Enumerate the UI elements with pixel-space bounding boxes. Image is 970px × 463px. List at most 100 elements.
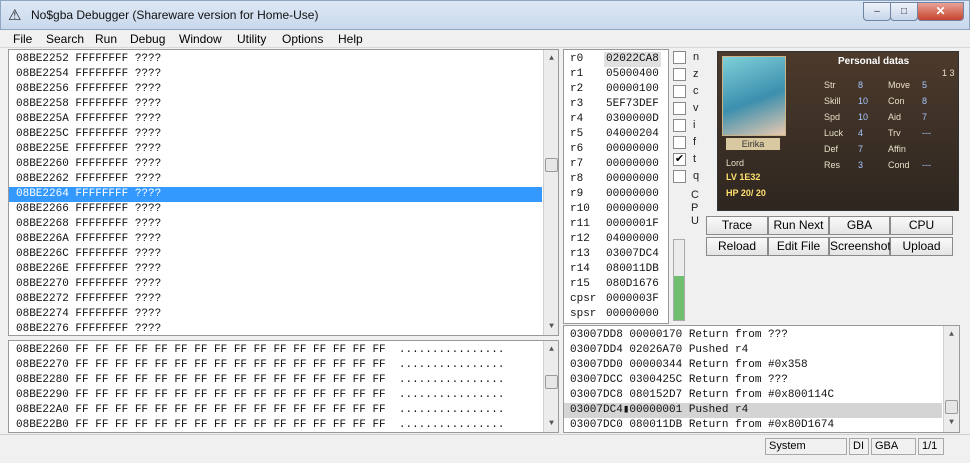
register-value[interactable]: 00000000 [604,172,661,187]
hexdump-row[interactable]: 08BE22A0 FF FF FF FF FF FF FF FF FF FF F… [9,403,542,418]
disasm-row[interactable]: 08BE2256 FFFFFFFF ???? [9,82,542,97]
register-value[interactable]: 00000000 [604,187,661,202]
scroll-up-arrow[interactable]: ▲ [944,328,959,342]
register-value[interactable]: 080011DB [604,262,661,277]
close-button[interactable]: ✕ [917,2,964,21]
disasm-row[interactable]: 08BE226C FFFFFFFF ???? [9,247,542,262]
hexdump-pane[interactable]: 08BE2260 FF FF FF FF FF FF FF FF FF FF F… [8,340,559,433]
scroll-thumb[interactable] [545,375,558,389]
hexdump-row[interactable]: 08BE2270 FF FF FF FF FF FF FF FF FF FF F… [9,358,542,373]
flag-q-checkbox[interactable] [673,170,686,183]
hexdump-row[interactable]: 08BE2280 FF FF FF FF FF FF FF FF FF FF F… [9,373,542,388]
stack-row[interactable]: 03007DD4 02026A70 Pushed r4 [564,343,942,358]
trace-button[interactable]: Trace [706,216,768,235]
scroll-down-arrow[interactable]: ▼ [544,320,558,334]
disasm-row[interactable]: 08BE2260 FFFFFFFF ???? [9,157,542,172]
disasm-row[interactable]: 08BE2274 FFFFFFFF ???? [9,307,542,322]
menu-debug[interactable]: Debug [130,32,165,46]
flag-t-checkbox[interactable]: ✔ [673,153,686,166]
register-value[interactable]: 0000001F [604,217,661,232]
edit-file-button[interactable]: Edit File [768,237,829,256]
disasm-row-selected[interactable]: 08BE2264 FFFFFFFF ???? [9,187,542,202]
scroll-up-arrow[interactable]: ▲ [544,52,558,66]
reload-button[interactable]: Reload [706,237,768,256]
stack-row[interactable]: 03007DD8 00000170 Return from ??? [564,328,942,343]
status-di: DI [849,438,869,455]
title-bar[interactable]: ⚠ No$gba Debugger (Shareware version for… [0,0,970,30]
scroll-thumb[interactable] [545,158,558,172]
menu-file[interactable]: File [13,32,32,46]
menu-run[interactable]: Run [95,32,117,46]
disasm-row[interactable]: 08BE225C FFFFFFFF ???? [9,127,542,142]
flag-v-checkbox[interactable] [673,102,686,115]
disasm-row[interactable]: 08BE2258 FFFFFFFF ???? [9,97,542,112]
register-value[interactable]: 05000400 [604,67,661,82]
scroll-down-arrow[interactable]: ▼ [544,417,558,431]
stack-row[interactable]: 03007DCC 0300425C Return from ??? [564,373,942,388]
flag-n-checkbox[interactable] [673,51,686,64]
hexdump-row[interactable]: 08BE2290 FF FF FF FF FF FF FF FF FF FF F… [9,388,542,403]
scroll-up-arrow[interactable]: ▲ [544,343,558,357]
disassembly-scrollbar[interactable]: ▲ ▼ [543,50,558,335]
hexdump-row[interactable]: 08BE22B0 FF FF FF FF FF FF FF FF FF FF F… [9,418,542,432]
register-value[interactable]: 080D1676 [604,277,661,292]
disasm-row[interactable]: 08BE2268 FFFFFFFF ???? [9,217,542,232]
register-value[interactable]: 00000000 [604,142,661,157]
gba-specs-button[interactable]: GBA Specs [829,216,890,249]
menu-help[interactable]: Help [338,32,363,46]
register-value[interactable]: 0300000D [604,112,661,127]
stack-row[interactable]: 03007DC8 080152D7 Return from #0x800114C [564,388,942,403]
register-value[interactable]: 00000000 [604,307,661,322]
disasm-row[interactable]: 08BE226E FFFFFFFF ???? [9,262,542,277]
flag-c-checkbox[interactable] [673,85,686,98]
register-value[interactable]: 00000000 [604,202,661,217]
flag-f-checkbox[interactable] [673,136,686,149]
disasm-row[interactable]: 08BE225A FFFFFFFF ???? [9,112,542,127]
stack-row[interactable]: 03007DD0 00000344 Return from #0x358 [564,358,942,373]
register-value[interactable]: 04000000 [604,232,661,247]
disasm-row[interactable]: 08BE225E FFFFFFFF ???? [9,142,542,157]
menu-options[interactable]: Options [282,32,323,46]
register-value[interactable]: 03007DC4 [604,247,661,262]
hexdump-row[interactable]: 08BE2260 FF FF FF FF FF FF FF FF FF FF F… [9,343,542,358]
stat-label: Con [888,96,905,106]
upload-button[interactable]: Upload [890,237,953,256]
stack-row-selected[interactable]: 03007DC4▮00000001 Pushed r4 [564,403,942,418]
registers-pane[interactable]: r0 02022CA8 r1 05000400 r2 00000100 r3 5EF73DEF… [563,49,669,324]
cpu-label-letter: U [691,215,699,227]
scroll-thumb[interactable] [945,400,958,414]
disasm-row[interactable]: 08BE2254 FFFFFFFF ???? [9,67,542,82]
disasm-row[interactable]: 08BE2262 FFFFFFFF ???? [9,172,542,187]
maximize-button[interactable]: □ [890,2,918,21]
cpu-specs-button[interactable]: CPU Specs [890,216,953,249]
flag-z-checkbox[interactable] [673,68,686,81]
run-next-button[interactable]: Run Next [768,216,829,235]
disasm-row[interactable]: 08BE2272 FFFFFFFF ???? [9,292,542,307]
stat-value: 3 [858,160,864,170]
minimize-button[interactable]: – [863,2,891,21]
disasm-row[interactable]: 08BE226A FFFFFFFF ???? [9,232,542,247]
scroll-down-arrow[interactable]: ▼ [944,416,959,430]
hexdump-scrollbar[interactable]: ▲ ▼ [543,341,558,432]
menu-window[interactable]: Window [179,32,222,46]
register-value[interactable]: 02022CA8 [604,52,661,67]
register-value[interactable]: 00000100 [604,82,661,97]
disasm-row[interactable]: 08BE2276 FFFFFFFF ???? [9,322,542,335]
disasm-row[interactable]: 08BE2252 FFFFFFFF ???? [9,52,542,67]
register-value[interactable]: 0000003F [604,292,661,307]
stack-scrollbar[interactable]: ▲ ▼ [943,326,959,432]
disasm-row[interactable]: 08BE2266 FFFFFFFF ???? [9,202,542,217]
register-name: r1 [570,68,584,80]
disassembly-pane[interactable]: 08BE2252 FFFFFFFF ???? 08BE2254 FFFFFFFF … [8,49,559,336]
disasm-row[interactable]: 08BE2270 FFFFFFFF ???? [9,277,542,292]
register-value[interactable]: 04000204 [604,127,661,142]
screenshot-button[interactable]: Screenshot [829,237,891,256]
stack-row[interactable]: 03007DC0 080011DB Return from #0x80D1674 [564,418,942,432]
register-value[interactable]: 5EF73DEF [604,97,661,112]
register-name: r13 [570,248,590,260]
register-value[interactable]: 00000000 [604,157,661,172]
flag-i-checkbox[interactable] [673,119,686,132]
menu-utility[interactable]: Utility [237,32,266,46]
stack-pane[interactable]: 03007DD8 00000170 Return from ??? 03007DD… [563,325,960,433]
menu-search[interactable]: Search [46,32,84,46]
